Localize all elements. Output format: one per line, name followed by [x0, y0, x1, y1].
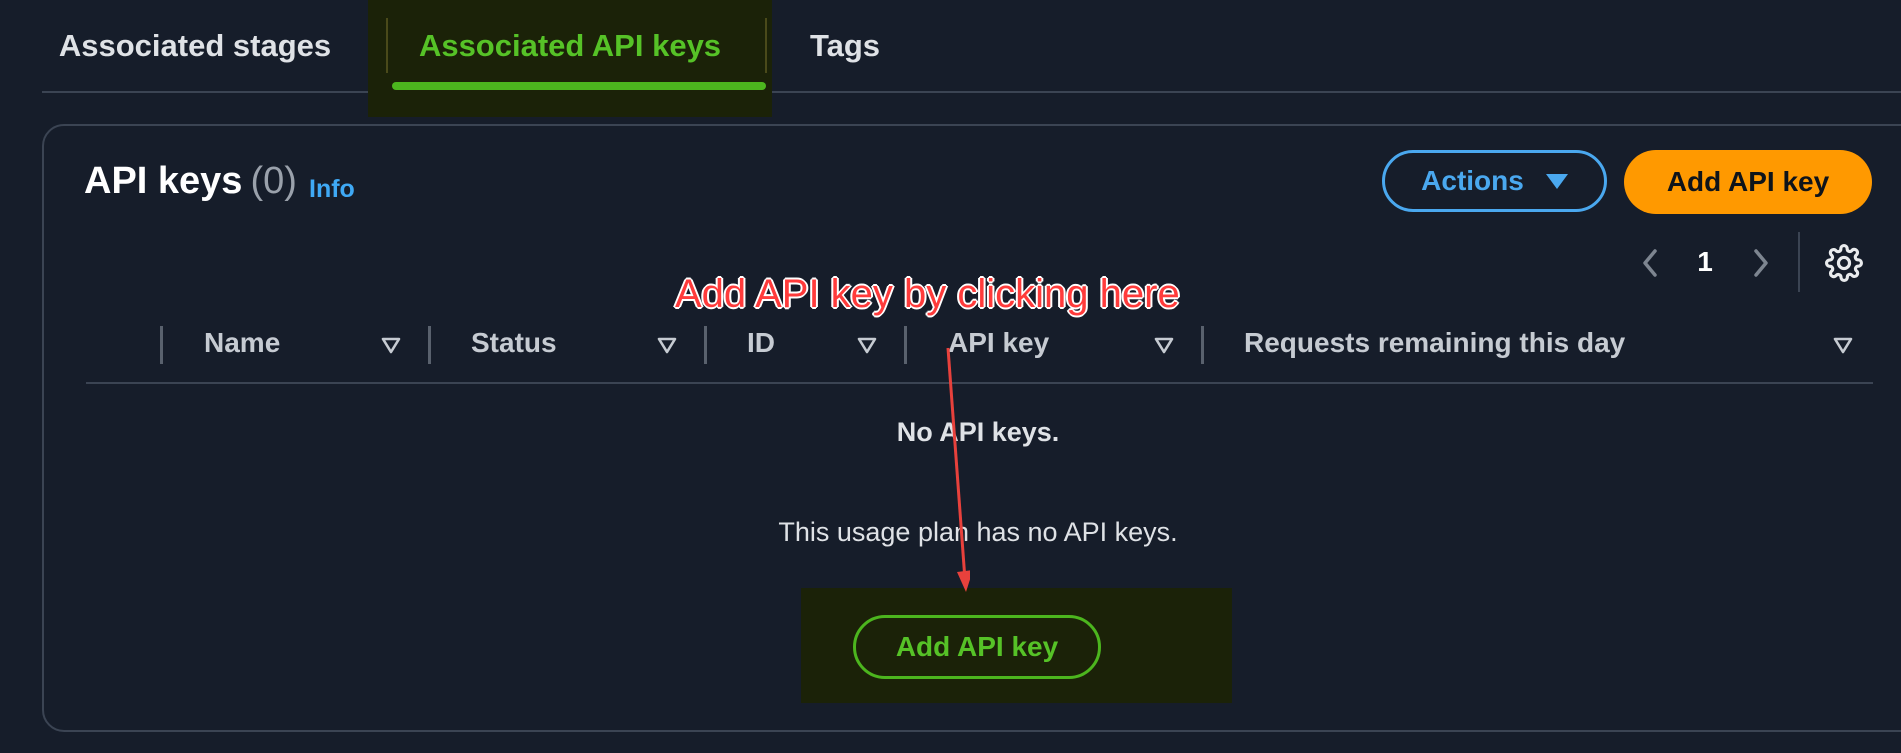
sort-icon[interactable]: [380, 334, 402, 356]
tab-associated-stages[interactable]: Associated stages: [42, 0, 348, 91]
column-divider: [1201, 326, 1204, 364]
tab-associated-api-keys[interactable]: Associated API keys: [368, 0, 772, 91]
column-header-name[interactable]: Name: [204, 327, 280, 359]
panel-title-text: API keys: [84, 160, 243, 202]
chevron-left-icon: [1643, 249, 1657, 277]
empty-state-add-api-key-button[interactable]: Add API key: [853, 615, 1101, 679]
column-header-status[interactable]: Status: [471, 327, 557, 359]
sort-icon[interactable]: [1832, 334, 1854, 356]
active-tab-indicator: [392, 82, 766, 90]
panel-title: API keys (0): [84, 160, 297, 203]
sort-icon[interactable]: [656, 334, 678, 356]
column-divider: [704, 326, 707, 364]
gear-icon: [1825, 244, 1863, 282]
tab-tags[interactable]: Tags: [795, 0, 895, 91]
chevron-right-icon: [1754, 249, 1768, 277]
column-header-requests-remaining[interactable]: Requests remaining this day: [1244, 327, 1625, 359]
tab-divider: [765, 18, 767, 73]
previous-page-button[interactable]: [1635, 246, 1665, 280]
actions-dropdown-button[interactable]: Actions: [1382, 150, 1607, 212]
caret-down-icon: [1545, 173, 1568, 189]
next-page-button[interactable]: [1746, 246, 1776, 280]
page: Associated stages Associated API keys Ta…: [0, 0, 1901, 753]
info-link[interactable]: Info: [309, 175, 355, 204]
column-divider: [904, 326, 907, 364]
pagination-divider: [1798, 232, 1800, 292]
panel-count: (0): [250, 160, 297, 202]
table-preferences-button[interactable]: [1825, 244, 1863, 282]
annotation-arrow-icon: [946, 347, 970, 592]
annotation-text: Add API key by clicking here: [675, 272, 1180, 316]
column-divider: [160, 326, 163, 364]
column-divider: [428, 326, 431, 364]
actions-button-label: Actions: [1421, 165, 1524, 196]
sort-icon[interactable]: [856, 334, 878, 356]
column-header-id[interactable]: ID: [747, 327, 775, 359]
sort-icon[interactable]: [1153, 334, 1175, 356]
page-number[interactable]: 1: [1690, 244, 1720, 280]
add-api-key-button[interactable]: Add API key: [1624, 150, 1872, 214]
